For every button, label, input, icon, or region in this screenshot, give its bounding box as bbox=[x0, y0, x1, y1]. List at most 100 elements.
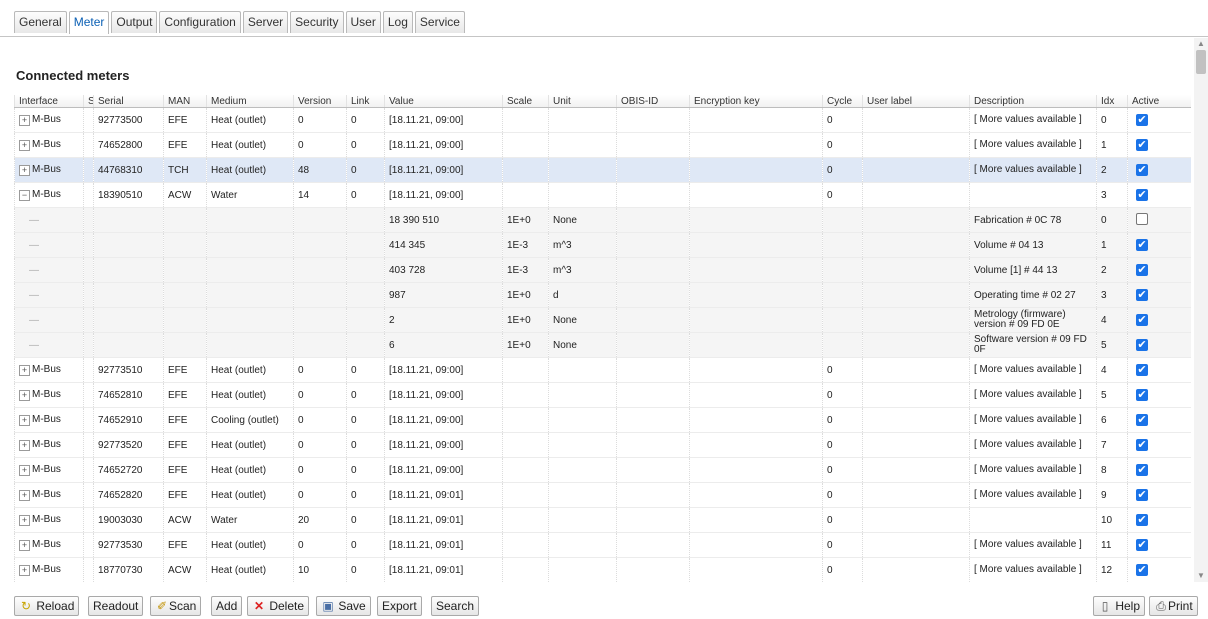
meter-row[interactable]: + M-Bus 74652820 EFE Heat (outlet) 0 0 [18.11.2… bbox=[14, 482, 1191, 508]
column-header-value[interactable]: Value bbox=[384, 95, 503, 108]
active-checkbox[interactable]: ✔ bbox=[1136, 539, 1148, 551]
expand-icon[interactable]: + bbox=[19, 415, 30, 426]
cell-text: 0 bbox=[298, 364, 304, 376]
cell-text: [ More values available ] bbox=[974, 364, 1082, 375]
meter-row[interactable]: + M-Bus 92773500 EFE Heat (outlet) 0 0 [18.11.2… bbox=[14, 107, 1191, 133]
meter-row[interactable]: + M-Bus 18770730 ACW Heat (outlet) 10 0 [18.11.… bbox=[14, 557, 1191, 582]
tab-log[interactable]: Log bbox=[382, 11, 413, 33]
column-header-active[interactable]: Active bbox=[1127, 95, 1191, 108]
column-header-man[interactable]: MAN bbox=[163, 95, 207, 108]
active-checkbox[interactable]: ✔ bbox=[1136, 164, 1148, 176]
expand-icon[interactable]: + bbox=[19, 165, 30, 176]
child-row[interactable]: — 403 728 1E-3 m^3 Volume [1] # 44 13 2 ✔ bbox=[14, 257, 1191, 283]
vertical-scrollbar[interactable]: ▲ ▼ bbox=[1194, 38, 1208, 582]
collapse-icon[interactable]: − bbox=[19, 190, 30, 201]
readout-button[interactable]: Readout bbox=[88, 596, 144, 616]
expand-icon[interactable]: + bbox=[19, 115, 30, 126]
tab-service[interactable]: Service bbox=[414, 11, 465, 33]
active-checkbox[interactable]: ✔ bbox=[1136, 514, 1148, 526]
tab-user[interactable]: User bbox=[345, 11, 381, 33]
column-header-unit[interactable]: Unit bbox=[548, 95, 617, 108]
help-button[interactable]: ▯ Help bbox=[1093, 596, 1146, 616]
active-checkbox[interactable]: ✔ bbox=[1136, 364, 1148, 376]
active-checkbox[interactable]: ✔ bbox=[1136, 414, 1148, 426]
cell-obis bbox=[616, 232, 690, 258]
column-header-obis-id[interactable]: OBIS-ID bbox=[616, 95, 690, 108]
add-button[interactable]: Add bbox=[211, 596, 243, 616]
active-checkbox[interactable]: ✔ bbox=[1136, 439, 1148, 451]
column-header-cycle[interactable]: Cycle bbox=[822, 95, 863, 108]
active-checkbox[interactable]: ✔ bbox=[1136, 239, 1148, 251]
meter-row[interactable]: + M-Bus 92773520 EFE Heat (outlet) 0 0 [18.11.2… bbox=[14, 432, 1191, 458]
meter-row[interactable]: + M-Bus 74652720 EFE Heat (outlet) 0 0 [18.11.2… bbox=[14, 457, 1191, 483]
active-checkbox[interactable]: ✔ bbox=[1136, 264, 1148, 276]
cell-text: 0 bbox=[351, 464, 357, 476]
child-row[interactable]: — 987 1E+0 d Operating time # 02 27 3 ✔ bbox=[14, 282, 1191, 308]
child-row[interactable]: — 6 1E+0 None Software version # 09 FD 0F 5 ✔ bbox=[14, 332, 1191, 358]
active-checkbox[interactable]: ✔ bbox=[1136, 139, 1148, 151]
scroll-down-arrow-icon[interactable]: ▼ bbox=[1194, 570, 1208, 582]
column-header-encryption-key[interactable]: Encryption key bbox=[689, 95, 823, 108]
active-checkbox[interactable]: ✔ bbox=[1136, 564, 1148, 576]
expand-icon[interactable]: + bbox=[19, 490, 30, 501]
active-checkbox[interactable]: ✔ bbox=[1136, 289, 1148, 301]
active-checkbox[interactable]: ✔ bbox=[1136, 339, 1148, 351]
expand-icon[interactable]: + bbox=[19, 565, 30, 576]
active-checkbox[interactable]: ✔ bbox=[1136, 489, 1148, 501]
tab-output[interactable]: Output bbox=[111, 11, 158, 33]
active-checkbox[interactable]: ✔ bbox=[1136, 314, 1148, 326]
meter-row[interactable]: + M-Bus 92773510 EFE Heat (outlet) 0 0 [18.11.2… bbox=[14, 357, 1191, 383]
column-header-s[interactable]: S bbox=[83, 95, 94, 108]
child-row[interactable]: — 414 345 1E-3 m^3 Volume # 04 13 1 ✔ bbox=[14, 232, 1191, 258]
tab-meter[interactable]: Meter bbox=[68, 11, 110, 34]
meter-row[interactable]: + M-Bus 74652910 EFE Cooling (outlet) 0 0 [18.1… bbox=[14, 407, 1191, 433]
reload-button[interactable]: ↻ Reload bbox=[14, 596, 80, 616]
cell-value: [18.11.21, 09:00] bbox=[384, 132, 503, 158]
tab-general[interactable]: General bbox=[14, 11, 67, 33]
active-checkbox[interactable]: ✔ bbox=[1136, 389, 1148, 401]
tab-server[interactable]: Server bbox=[242, 11, 289, 33]
meter-row[interactable]: + M-Bus 92773530 EFE Heat (outlet) 0 0 [18.11.2… bbox=[14, 532, 1191, 558]
expand-icon[interactable]: + bbox=[19, 515, 30, 526]
delete-button[interactable]: ✕ Delete bbox=[247, 596, 310, 616]
expand-icon[interactable]: + bbox=[19, 540, 30, 551]
column-header-version[interactable]: Version bbox=[293, 95, 347, 108]
tab-configuration[interactable]: Configuration bbox=[159, 11, 241, 33]
save-button[interactable]: ▣ Save bbox=[316, 596, 371, 616]
column-header-serial[interactable]: Serial bbox=[93, 95, 164, 108]
export-button[interactable]: Export bbox=[377, 596, 422, 616]
meter-row[interactable]: + M-Bus 74652810 EFE Heat (outlet) 0 0 [18.11.2… bbox=[14, 382, 1191, 408]
expand-icon[interactable]: + bbox=[19, 440, 30, 451]
meter-row[interactable]: − M-Bus 18390510 ACW Water 14 0 [18.11.21, 09:0… bbox=[14, 182, 1191, 208]
column-header-description[interactable]: Description bbox=[969, 95, 1097, 108]
child-row[interactable]: — 18 390 510 1E+0 None Fabrication # 0C 78 0 bbox=[14, 207, 1191, 233]
column-header-medium[interactable]: Medium bbox=[206, 95, 294, 108]
cell-cycle bbox=[822, 232, 863, 258]
expand-icon[interactable]: + bbox=[19, 140, 30, 151]
column-header-idx[interactable]: Idx bbox=[1096, 95, 1128, 108]
tab-security[interactable]: Security bbox=[290, 11, 344, 33]
active-checkbox[interactable]: ✔ bbox=[1136, 114, 1148, 126]
print-button[interactable]: ⎙ Print bbox=[1149, 596, 1198, 616]
column-header-link[interactable]: Link bbox=[346, 95, 385, 108]
scroll-up-arrow-icon[interactable]: ▲ bbox=[1194, 38, 1208, 50]
cell-scale bbox=[502, 407, 549, 433]
expand-icon[interactable]: + bbox=[19, 390, 30, 401]
expand-icon[interactable]: + bbox=[19, 365, 30, 376]
scan-button[interactable]: ✐ Scan bbox=[150, 596, 202, 616]
child-row[interactable]: — 2 1E+0 None Metrology (firmware) version #… bbox=[14, 307, 1191, 333]
meter-row[interactable]: + M-Bus 44768310 TCH Heat (outlet) 48 0 [18.11.… bbox=[14, 157, 1191, 183]
scan-icon: ✐ bbox=[156, 599, 168, 613]
active-checkbox[interactable] bbox=[1136, 212, 1148, 225]
active-checkbox[interactable]: ✔ bbox=[1136, 464, 1148, 476]
column-header-interface[interactable]: Interface bbox=[14, 95, 84, 108]
column-header-user-label[interactable]: User label bbox=[862, 95, 970, 108]
active-checkbox[interactable]: ✔ bbox=[1136, 189, 1148, 201]
expand-icon[interactable]: + bbox=[19, 465, 30, 476]
cell-text: 0 bbox=[1101, 214, 1107, 226]
column-header-scale[interactable]: Scale bbox=[502, 95, 549, 108]
meter-row[interactable]: + M-Bus 74652800 EFE Heat (outlet) 0 0 [18.11.2… bbox=[14, 132, 1191, 158]
search-button[interactable]: Search bbox=[431, 596, 480, 616]
meter-row[interactable]: + M-Bus 19003030 ACW Water 20 0 [18.11.21, 09:0… bbox=[14, 507, 1191, 533]
scroll-thumb[interactable] bbox=[1196, 50, 1206, 74]
